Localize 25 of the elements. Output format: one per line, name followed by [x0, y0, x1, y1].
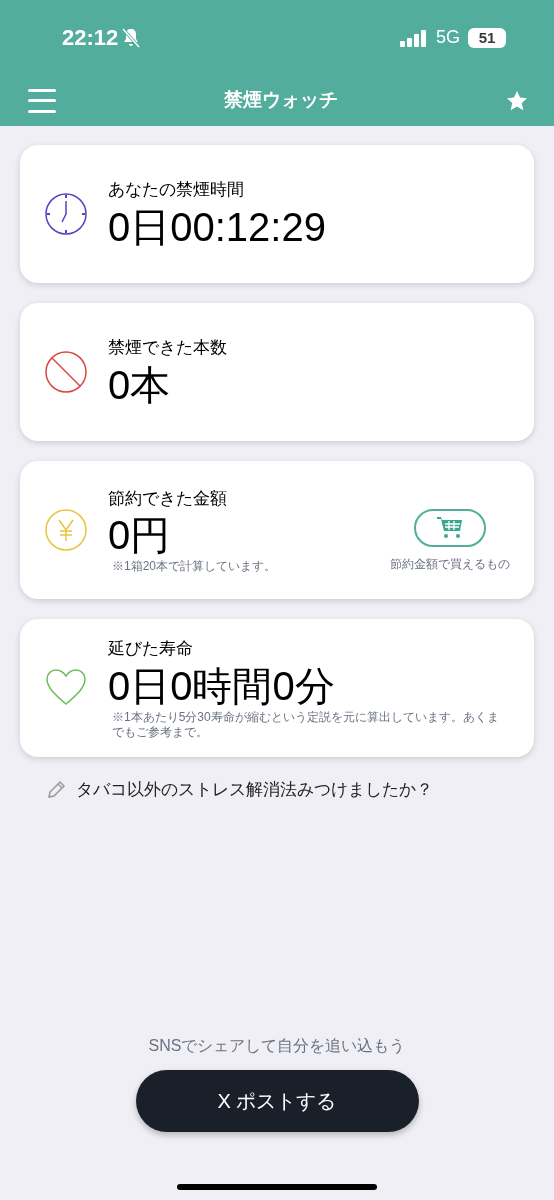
- menu-button[interactable]: [28, 88, 56, 113]
- pencil-icon: [46, 779, 66, 800]
- stat-note: ※1箱20本で計算しています。: [112, 559, 278, 575]
- stat-value: 0日00:12:29: [108, 203, 327, 251]
- stat-label: 禁煙できた本数: [108, 337, 228, 360]
- stress-prompt-link[interactable]: タバコ以外のストレス解消法みつけましたか？: [76, 777, 433, 803]
- share-hint: SNSでシェアして自分を追い込もう: [148, 1036, 406, 1056]
- stat-value: 0円: [108, 512, 172, 560]
- stat-label: 延びた寿命: [108, 638, 194, 661]
- signal-icon: [400, 28, 428, 47]
- stat-label: 節約できた金額: [108, 487, 228, 510]
- stat-label: あなたの禁煙時間: [108, 179, 245, 202]
- cart-icon: [437, 516, 463, 540]
- shop-caption: 節約金額で買えるもの: [390, 556, 510, 573]
- app-title: 禁煙ウォッチ: [224, 88, 338, 113]
- post-button[interactable]: X ポストする: [135, 1070, 419, 1132]
- shop-button[interactable]: [414, 509, 486, 547]
- bell-slash-icon: [122, 27, 141, 48]
- stat-note: ※1本あたり5分30寿命が縮むという定説を元に算出しています。あくまでもご参考まで。: [112, 709, 500, 740]
- network-label: 5G: [436, 26, 460, 49]
- stat-value: 0日0時間0分: [108, 662, 336, 710]
- stat-value: 0本: [108, 361, 172, 409]
- status-time: 22:12: [62, 24, 119, 52]
- star-icon[interactable]: [506, 89, 528, 112]
- battery-indicator: 51: [468, 27, 506, 48]
